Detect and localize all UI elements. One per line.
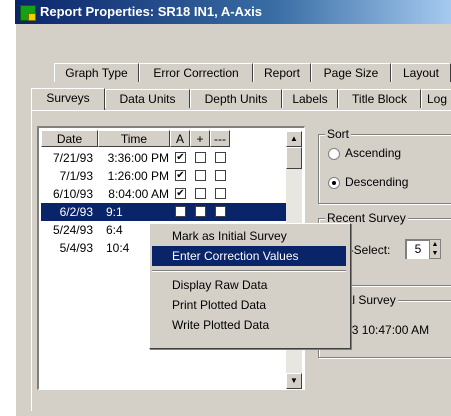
app-icon — [20, 5, 36, 21]
cell-date: 6/10/93 — [52, 187, 93, 201]
tab-labels[interactable]: Labels — [282, 89, 338, 108]
tab-surveys[interactable]: Surveys — [31, 88, 105, 110]
table-row[interactable]: 7/1/93 1:26:00 PM ✔ — [41, 167, 286, 185]
checkbox-plus[interactable] — [195, 206, 206, 217]
tab-layout[interactable]: Layout — [391, 63, 451, 82]
checkbox-plus[interactable] — [195, 152, 206, 163]
checkbox-a[interactable]: ✔ — [175, 188, 186, 199]
tab-log[interactable]: Log — [421, 89, 451, 108]
cell-time: 1:26:00 PM — [107, 169, 169, 183]
column-header-time[interactable]: Time — [98, 130, 170, 147]
menu-item-mark-initial-survey[interactable]: Mark as Initial Survey — [152, 226, 346, 246]
tab-report[interactable]: Report — [253, 63, 311, 82]
menu-item-print-plotted-data[interactable]: Print Plotted Data — [152, 295, 346, 315]
ascending-label[interactable]: Ascending — [345, 146, 401, 160]
checkbox-a[interactable]: ✔ — [175, 170, 186, 181]
cell-time: 6:4 — [106, 223, 123, 237]
spinner-arrows-icon[interactable]: ▲ ▼ — [429, 239, 441, 259]
column-header-a[interactable]: A — [170, 130, 190, 147]
tab-title-block[interactable]: Title Block — [338, 89, 421, 108]
descending-label[interactable]: Descending — [345, 175, 408, 189]
checkbox-dashes[interactable] — [215, 206, 226, 217]
column-header-date[interactable]: Date — [41, 130, 98, 147]
column-header-dashes[interactable]: --- — [210, 130, 230, 147]
scroll-thumb[interactable] — [286, 147, 302, 169]
radio-ascending[interactable] — [328, 148, 340, 160]
table-row-selected[interactable]: 6/2/93 9:1 — [41, 203, 286, 221]
checkbox-dashes[interactable] — [215, 152, 226, 163]
checkbox-plus[interactable] — [195, 170, 206, 181]
cell-date: 5/24/93 — [52, 223, 93, 237]
checkbox-dashes[interactable] — [215, 170, 226, 181]
table-row[interactable]: 7/21/93 3:36:00 PM ✔ — [41, 149, 286, 167]
tab-error-correction[interactable]: Error Correction — [139, 63, 253, 82]
cell-time: 9:1 — [106, 205, 123, 219]
checkbox-a[interactable]: ✔ — [175, 152, 186, 163]
checkbox-a[interactable] — [175, 206, 186, 217]
tab-page-size[interactable]: Page Size — [311, 63, 391, 82]
menu-item-enter-correction-values[interactable]: Enter Correction Values — [152, 246, 346, 266]
table-row[interactable]: 6/10/93 8:04:00 AM ✔ — [41, 185, 286, 203]
scroll-down-arrow-icon[interactable]: ▼ — [286, 373, 302, 389]
menu-item-display-raw-data[interactable]: Display Raw Data — [152, 275, 346, 295]
menu-separator — [152, 270, 346, 272]
sort-group: Sort Ascending Descending — [318, 127, 451, 204]
radio-descending[interactable] — [328, 177, 340, 189]
cell-date: 7/21/93 — [52, 151, 93, 165]
menu-item-write-plotted-data[interactable]: Write Plotted Data — [152, 315, 346, 335]
column-header-plus[interactable]: + — [190, 130, 210, 147]
cell-date: 5/4/93 — [59, 241, 93, 255]
auto-select-input[interactable]: 5 — [405, 239, 429, 259]
window-title: Report Properties: SR18 IN1, A-Axis — [40, 4, 263, 19]
cell-date: 7/1/93 — [59, 169, 93, 183]
checkbox-plus[interactable] — [195, 188, 206, 199]
scroll-up-arrow-icon[interactable]: ▲ — [286, 131, 302, 147]
checkbox-dashes[interactable] — [215, 188, 226, 199]
context-menu: Mark as Initial Survey Enter Correction … — [149, 223, 351, 349]
cell-time: 3:36:00 PM — [107, 151, 169, 165]
tab-depth-units[interactable]: Depth Units — [190, 89, 282, 108]
cell-time: 10:4 — [106, 241, 130, 255]
cell-time: 8:04:00 AM — [108, 187, 169, 201]
tab-graph-type[interactable]: Graph Type — [54, 63, 139, 82]
cell-date: 6/2/93 — [59, 205, 93, 219]
sort-group-label: Sort — [325, 127, 352, 141]
tab-data-units[interactable]: Data Units — [105, 89, 190, 108]
